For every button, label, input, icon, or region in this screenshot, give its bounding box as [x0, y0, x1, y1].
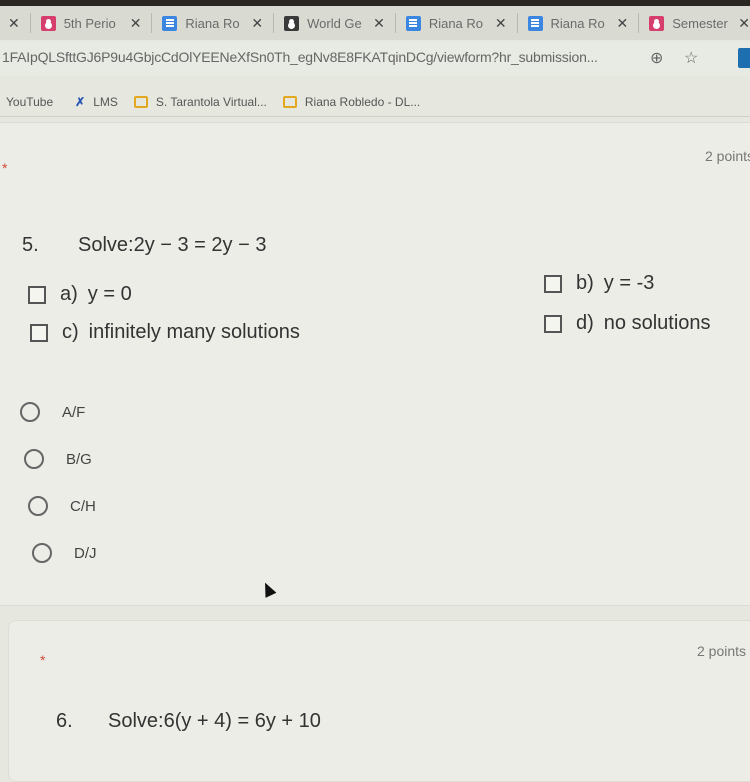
- option-label: A/F: [62, 403, 86, 421]
- required-mark: *: [2, 160, 8, 176]
- folder-icon: [282, 96, 297, 108]
- radio-button[interactable]: [32, 543, 52, 563]
- tab-separator: [516, 13, 518, 33]
- question-number: 6.: [56, 710, 73, 732]
- close-icon[interactable]: ✕: [617, 15, 629, 32]
- option-label: B/G: [66, 450, 92, 468]
- address-bar[interactable]: 1FAIpQLSfttGJ6P9u4GbjcCdOlYEENeXfSn0Th_e…: [0, 42, 750, 76]
- choice-text: y = 0: [87, 283, 132, 305]
- option-d-j[interactable]: D/J: [32, 543, 97, 563]
- option-b-g[interactable]: B/G: [24, 449, 92, 469]
- tab-riana-2[interactable]: Riana Ro ✕: [405, 8, 507, 38]
- option-c-h[interactable]: C/H: [28, 496, 96, 516]
- question-card-5: [0, 122, 750, 606]
- tab-strip: ✕ 5th Perio ✕ Riana Ro ✕ World Ge ✕ Rian…: [0, 6, 750, 40]
- required-mark: *: [40, 652, 46, 668]
- classroom-icon: [649, 15, 665, 31]
- tab-separator: [273, 13, 275, 33]
- question-text: Solve:6(y + 4) = 6y + 10: [108, 710, 321, 732]
- choice-text: no solutions: [603, 312, 711, 334]
- docs-icon: [405, 15, 421, 31]
- bookmark-label: Riana Robledo - DL...: [304, 95, 421, 109]
- bookmark-lms[interactable]: ✗ LMS: [75, 95, 118, 109]
- choice-text: infinitely many solutions: [88, 321, 300, 343]
- close-icon[interactable]: ✕: [738, 15, 750, 32]
- bookmark-tarantola[interactable]: S. Tarantola Virtual...: [133, 95, 267, 109]
- question-number: 5.: [22, 234, 39, 256]
- choice-d: d) no solutions: [544, 312, 711, 335]
- radio-button[interactable]: [24, 449, 44, 469]
- url-text[interactable]: 1FAIpQLSfttGJ6P9u4GbjcCdOlYEENeXfSn0Th_e…: [2, 49, 598, 65]
- option-label: D/J: [74, 544, 97, 562]
- tab-partial[interactable]: ✕: [2, 8, 20, 38]
- tab-label: Riana Ro: [185, 15, 240, 31]
- points-label: 2 points: [697, 643, 747, 659]
- points-label: 2 points: [705, 148, 750, 164]
- star-icon[interactable]: ☆: [684, 48, 698, 68]
- checkbox-icon: [544, 314, 562, 333]
- docs-icon: [162, 15, 178, 31]
- checkbox-icon: [544, 274, 562, 293]
- tab-label: Riana Ro: [428, 15, 484, 31]
- bookmark-riana[interactable]: Riana Robledo - DL...: [282, 95, 421, 109]
- tab-separator: [151, 13, 153, 33]
- choice-letter: c): [62, 321, 79, 343]
- tab-5th-period[interactable]: 5th Perio ✕: [40, 8, 142, 38]
- choice-a: a) y = 0: [28, 283, 132, 306]
- tab-separator: [638, 13, 640, 33]
- bookmark-youtube[interactable]: YouTube: [6, 95, 53, 109]
- radio-button[interactable]: [20, 402, 40, 422]
- tab-separator: [29, 13, 31, 33]
- zoom-icon[interactable]: ⊕: [650, 48, 663, 68]
- choice-b: b) y = -3: [544, 272, 654, 295]
- radio-button[interactable]: [28, 496, 48, 516]
- tab-label: Riana Ro: [550, 15, 605, 31]
- tab-world-geo[interactable]: World Ge ✕: [284, 8, 385, 38]
- close-icon[interactable]: ✕: [8, 15, 20, 32]
- folder-icon: [133, 96, 148, 108]
- bookmark-label: S. Tarantola Virtual...: [155, 95, 267, 109]
- bookmarks-bar: YouTube ✗ LMS S. Tarantola Virtual... Ri…: [0, 88, 750, 117]
- tab-semester[interactable]: Semester ✕: [649, 8, 750, 38]
- extension-icon[interactable]: [738, 48, 750, 68]
- choice-letter: d): [576, 312, 594, 334]
- checkbox-icon: [30, 323, 48, 342]
- tab-label: 5th Perio: [63, 15, 116, 31]
- close-icon[interactable]: ✕: [373, 15, 385, 32]
- docs-icon: [527, 15, 543, 31]
- question-card-6: [8, 620, 750, 782]
- checkbox-icon: [28, 285, 46, 304]
- choice-letter: b): [576, 272, 594, 294]
- option-a-f[interactable]: A/F: [20, 402, 85, 422]
- tab-riana-3[interactable]: Riana Ro ✕: [527, 8, 629, 38]
- lms-icon: ✗: [75, 95, 86, 109]
- close-icon[interactable]: ✕: [495, 15, 507, 32]
- bookmark-label: YouTube: [6, 95, 54, 109]
- tab-riana-1[interactable]: Riana Ro ✕: [162, 8, 263, 38]
- choice-c: c) infinitely many solutions: [30, 321, 300, 344]
- question-text: Solve:2y − 3 = 2y − 3: [78, 234, 267, 256]
- close-icon[interactable]: ✕: [251, 15, 263, 32]
- classroom-icon: [40, 15, 56, 31]
- classic-icon: [284, 15, 300, 31]
- tab-label: Semester: [672, 15, 728, 31]
- option-label: C/H: [70, 497, 96, 515]
- tab-label: World Ge: [307, 15, 362, 31]
- choice-text: y = -3: [603, 272, 655, 294]
- tab-separator: [394, 13, 396, 33]
- choice-letter: a): [60, 283, 78, 305]
- close-icon[interactable]: ✕: [130, 15, 142, 32]
- bookmark-label: LMS: [93, 95, 118, 109]
